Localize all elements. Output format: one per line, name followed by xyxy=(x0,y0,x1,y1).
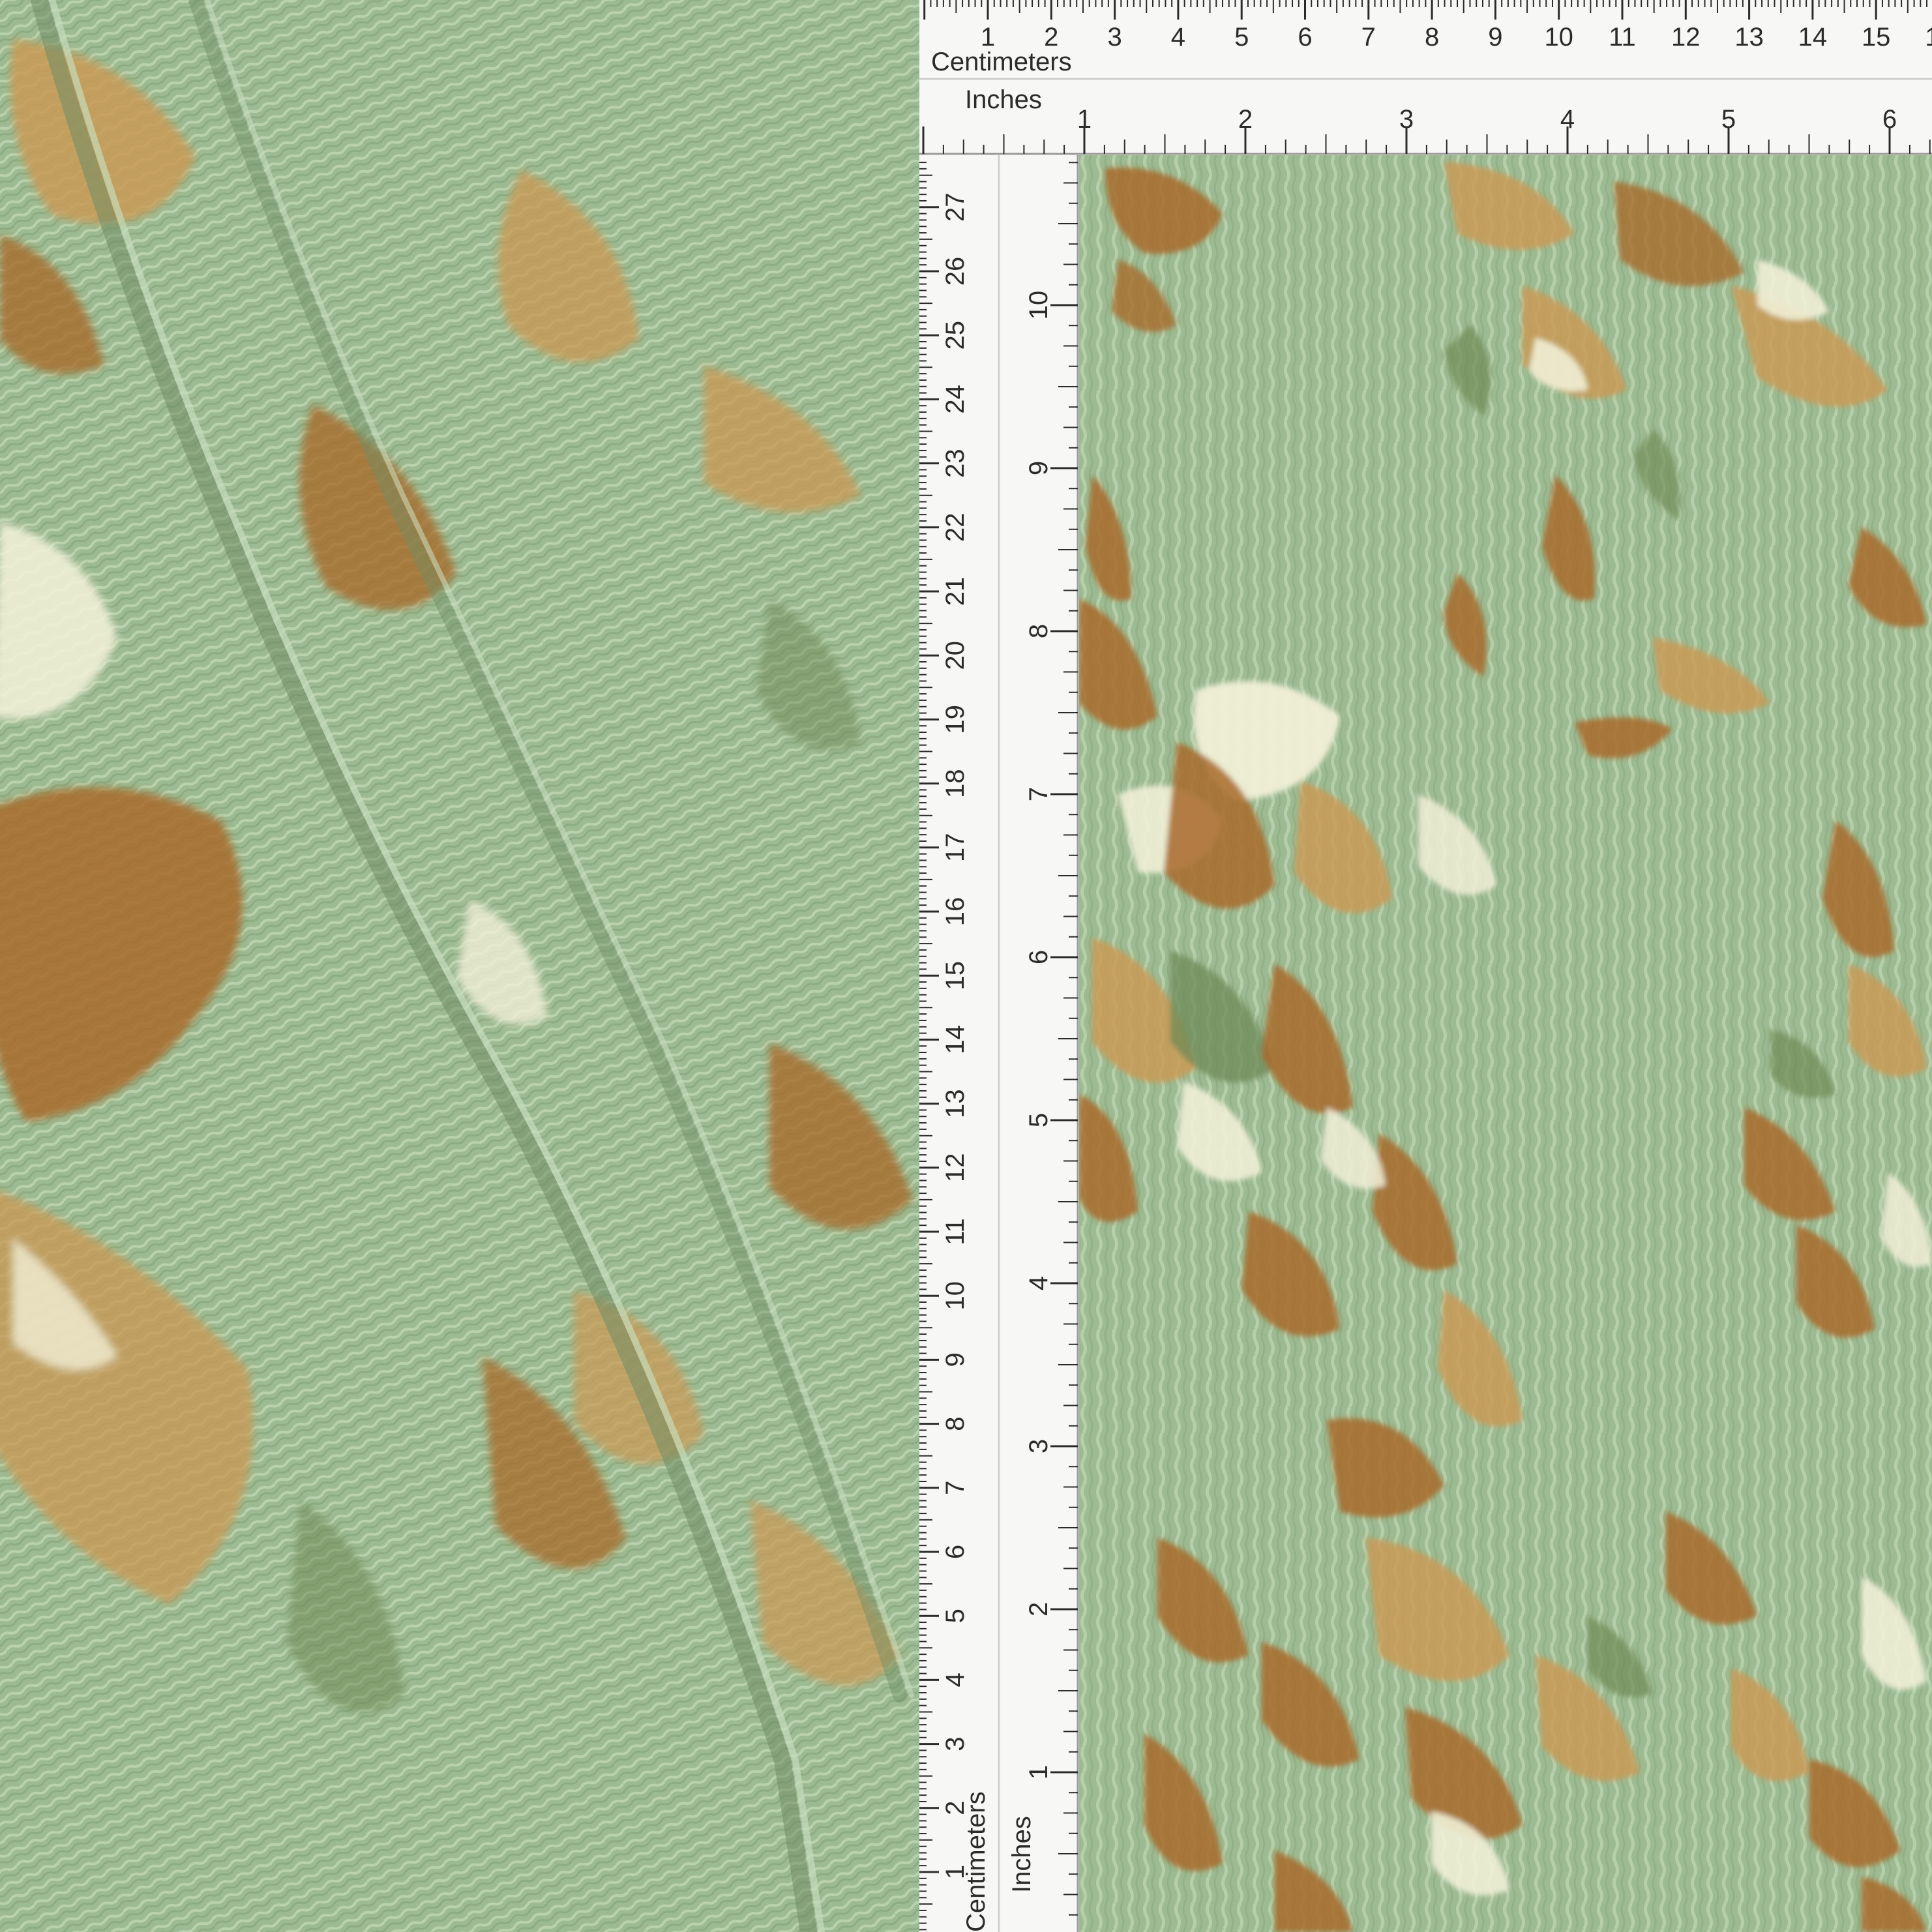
top-inch-number: 5 xyxy=(1721,105,1736,134)
top-ruler-inch-label: Inches xyxy=(965,85,1042,114)
flat-fabric-photo xyxy=(1079,155,1932,1932)
side-cm-number: 23 xyxy=(941,449,970,478)
side-cm-number: 18 xyxy=(941,769,970,798)
top-ruler: 12345678910111213141516 123456 Centimete… xyxy=(919,0,1932,155)
side-cm-number: 3 xyxy=(941,1736,970,1751)
top-cm-number: 13 xyxy=(1734,23,1764,52)
side-inch-number: 7 xyxy=(1024,787,1053,801)
side-inch-number: 8 xyxy=(1024,624,1053,638)
top-inch-number: 3 xyxy=(1399,105,1414,134)
top-cm-number: 4 xyxy=(1171,23,1185,52)
top-cm-number: 6 xyxy=(1298,23,1312,52)
side-ruler-inch-label: Inches xyxy=(1007,1816,1036,1893)
top-cm-number: 5 xyxy=(1234,23,1249,52)
fabric-swatch-photo: 12345678910111213141516 123456 Centimete… xyxy=(0,0,1932,1932)
top-inch-number: 6 xyxy=(1882,105,1897,134)
top-inch-number: 1 xyxy=(1077,105,1092,134)
side-inch-number: 1 xyxy=(1024,1765,1053,1779)
side-cm-number: 25 xyxy=(941,321,970,350)
side-cm-number: 19 xyxy=(941,705,970,734)
top-inch-number: 4 xyxy=(1560,105,1575,134)
side-inch-number: 10 xyxy=(1024,291,1053,320)
side-inch-number: 4 xyxy=(1024,1276,1053,1290)
top-cm-number: 10 xyxy=(1544,23,1573,52)
side-cm-number: 11 xyxy=(941,1218,970,1245)
side-cm-number: 16 xyxy=(941,897,970,927)
side-inch-number: 9 xyxy=(1024,461,1053,475)
top-cm-number: 14 xyxy=(1798,23,1828,52)
side-ruler-cm-label: Centimeters xyxy=(962,1791,990,1932)
top-cm-number: 15 xyxy=(1862,23,1891,52)
side-cm-number: 8 xyxy=(941,1416,970,1431)
side-cm-number: 9 xyxy=(941,1352,970,1367)
top-cm-number: 9 xyxy=(1488,23,1502,52)
folded-fabric-photo xyxy=(0,0,919,1932)
side-inch-number: 5 xyxy=(1024,1113,1053,1127)
top-cm-number: 16 xyxy=(1925,23,1932,52)
side-cm-number: 5 xyxy=(941,1609,970,1623)
side-ruler: 1234567891011121314151617181920212223242… xyxy=(919,155,1079,1932)
top-cm-number: 7 xyxy=(1361,23,1376,52)
side-inch-number: 3 xyxy=(1024,1439,1053,1453)
side-cm-number: 12 xyxy=(941,1153,970,1183)
side-cm-number: 10 xyxy=(941,1281,970,1311)
side-cm-number: 6 xyxy=(941,1545,970,1559)
side-cm-number: 7 xyxy=(941,1481,970,1495)
side-cm-number: 15 xyxy=(941,961,970,990)
top-inch-number: 2 xyxy=(1238,105,1253,134)
side-inch-number: 2 xyxy=(1024,1602,1053,1616)
side-cm-number: 26 xyxy=(941,257,970,286)
side-cm-number: 4 xyxy=(941,1672,970,1687)
side-inch-number: 6 xyxy=(1024,950,1053,964)
top-cm-number: 12 xyxy=(1671,23,1701,52)
top-cm-number: 11 xyxy=(1609,23,1636,52)
top-cm-number: 8 xyxy=(1425,23,1439,52)
top-ruler-cm-label: Centimeters xyxy=(931,48,1072,76)
side-cm-number: 27 xyxy=(941,193,970,222)
side-cm-number: 17 xyxy=(941,833,970,863)
side-cm-number: 13 xyxy=(941,1089,970,1118)
side-cm-number: 24 xyxy=(941,385,970,414)
top-cm-number: 3 xyxy=(1107,23,1122,52)
side-cm-number: 22 xyxy=(941,513,970,542)
side-cm-number: 20 xyxy=(941,641,970,670)
side-cm-number: 21 xyxy=(941,577,970,606)
side-cm-number: 14 xyxy=(941,1025,970,1054)
